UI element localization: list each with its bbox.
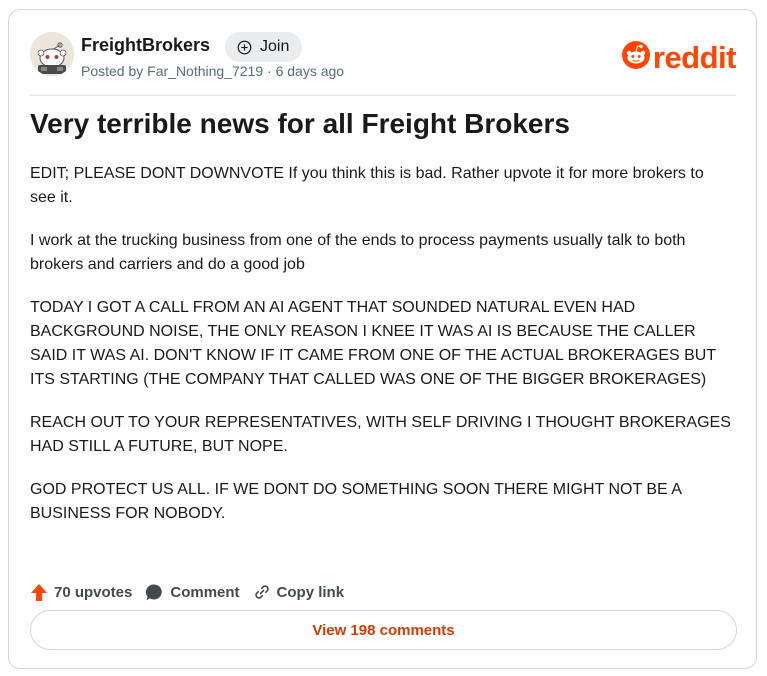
join-button[interactable]: Join (225, 32, 303, 62)
post-paragraph: REACH OUT TO YOUR REPRESENTATIVES, WITH … (30, 414, 731, 455)
post-paragraph: GOD PROTECT US ALL. IF WE DONT DO SOMETH… (30, 481, 682, 522)
view-comments-button[interactable]: View 198 comments (30, 610, 737, 650)
post-body: EDIT; PLEASE DONT DOWNVOTE If you think … (30, 162, 732, 545)
post-paragraph: EDIT; PLEASE DONT DOWNVOTE If you think … (30, 165, 704, 206)
header-divider (30, 95, 736, 96)
upvote-button[interactable]: 70 upvotes (30, 583, 132, 602)
post-card: FreightBrokers Join Posted by Far_Nothin… (8, 9, 757, 669)
reddit-logo: reddit (621, 40, 737, 75)
post-header: FreightBrokers Join Posted by Far_Nothin… (30, 32, 737, 82)
posted-by: Posted by Far_Nothing_7219 · 6 days ago (81, 63, 345, 79)
post-actions: 70 upvotes Comment Copy link (30, 580, 357, 604)
join-label: Join (260, 38, 290, 55)
post-paragraph: TODAY I GOT A CALL FROM AN AI AGENT THAT… (30, 299, 716, 388)
view-comments-label: View 198 comments (312, 621, 455, 639)
copy-link-label: Copy link (276, 583, 345, 601)
reddit-snoo-icon (621, 40, 651, 75)
link-chain-icon (253, 583, 271, 601)
copy-link-button[interactable]: Copy link (253, 583, 345, 601)
post-title: Very terrible news for all Freight Broke… (30, 108, 570, 139)
plus-circle-icon (237, 40, 252, 55)
reddit-wordmark: reddit (652, 40, 737, 75)
comment-label: Comment (170, 583, 240, 601)
upvote-arrow-icon[interactable] (30, 583, 48, 602)
comment-button[interactable]: Comment (145, 583, 240, 602)
subreddit-avatar-icon[interactable] (30, 32, 74, 76)
upvote-count: 70 upvotes (54, 583, 133, 601)
subreddit-name[interactable]: FreightBrokers (81, 35, 210, 56)
comment-bubble-icon (145, 583, 164, 602)
post-paragraph: I work at the trucking business from one… (30, 232, 686, 273)
